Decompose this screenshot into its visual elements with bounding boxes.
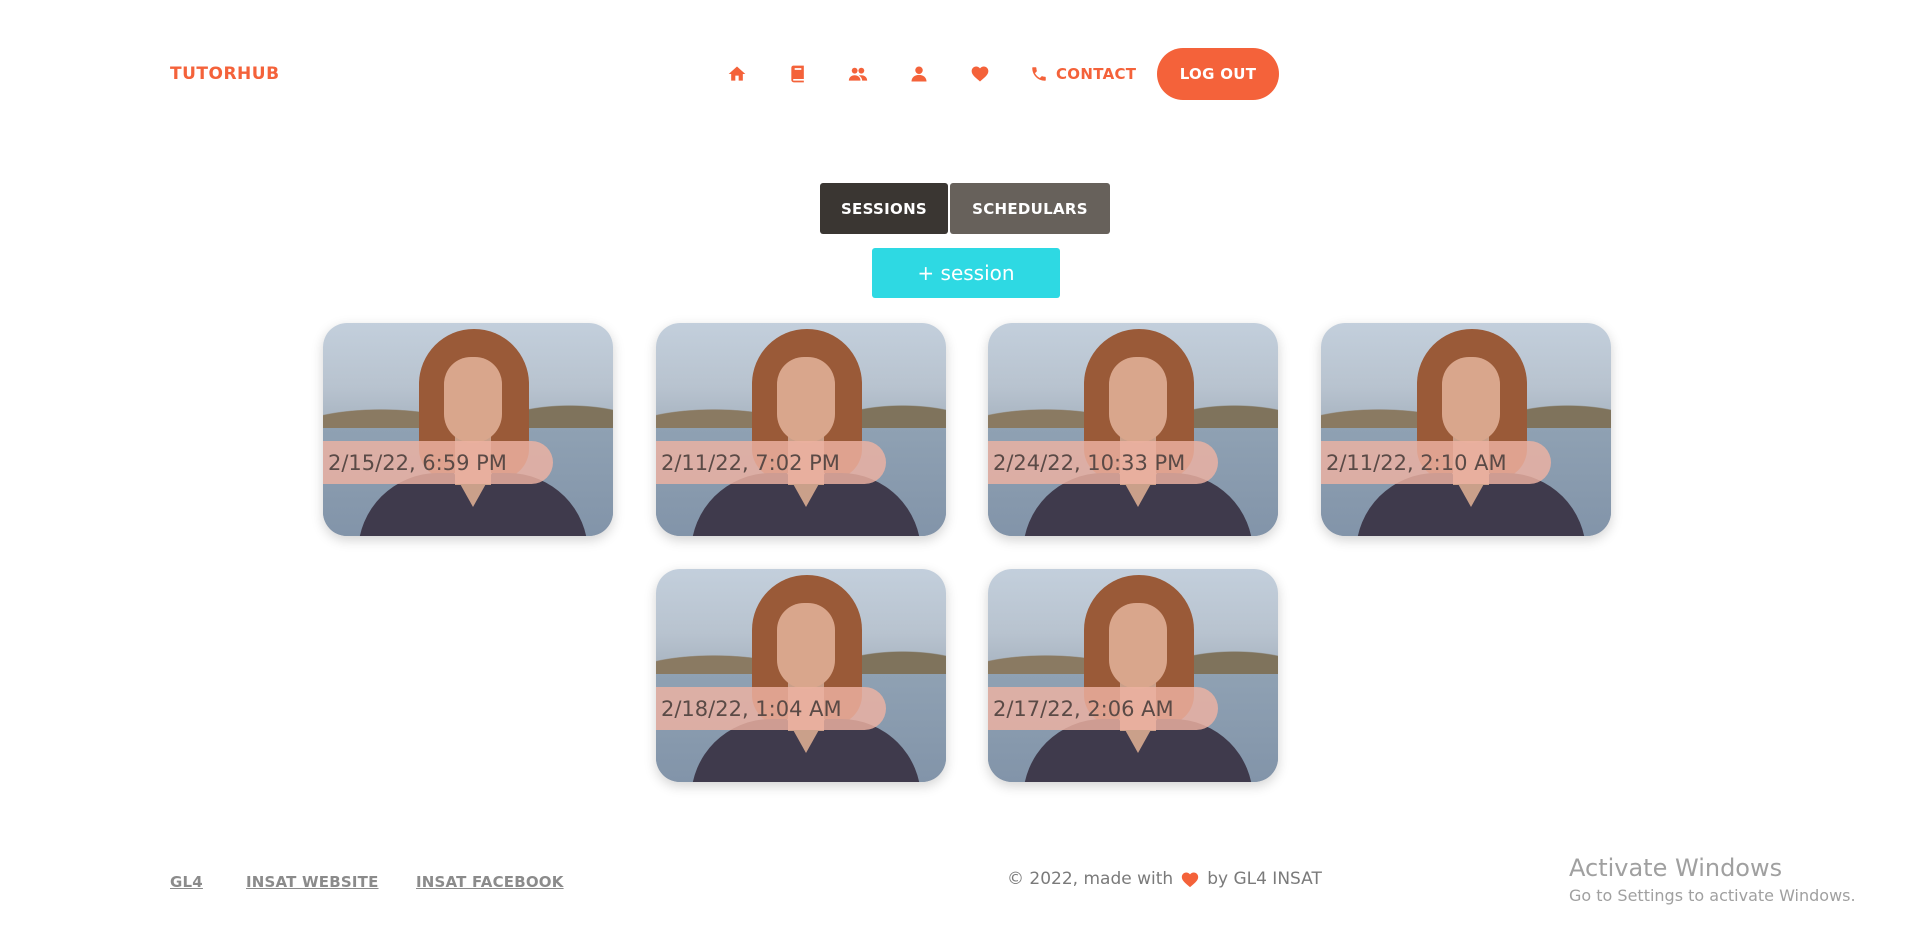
- windows-activation-watermark: Activate Windows Go to Settings to activ…: [1569, 854, 1856, 905]
- session-card[interactable]: 2/15/22, 6:59 PM: [323, 323, 613, 536]
- session-card[interactable]: 2/11/22, 7:02 PM: [656, 323, 946, 536]
- watermark-title: Activate Windows: [1569, 854, 1783, 882]
- copyright: © 2022, made with by GL4 INSAT: [1007, 869, 1322, 889]
- tab-schedulars[interactable]: SCHEDULARS: [950, 183, 1110, 234]
- session-date: 2/11/22, 7:02 PM: [656, 441, 886, 484]
- copyright-prefix: © 2022, made with: [1007, 869, 1174, 889]
- session-date: 2/18/22, 1:04 AM: [656, 687, 886, 730]
- session-card[interactable]: 2/18/22, 1:04 AM: [656, 569, 946, 782]
- logout-button[interactable]: LOG OUT: [1157, 48, 1279, 100]
- session-date: 2/11/22, 2:10 AM: [1321, 441, 1551, 484]
- heart-icon[interactable]: [965, 60, 995, 88]
- book-icon[interactable]: [783, 60, 813, 88]
- session-card[interactable]: 2/17/22, 2:06 AM: [988, 569, 1278, 782]
- contact-link[interactable]: CONTACT: [1030, 60, 1136, 88]
- session-card[interactable]: 2/24/22, 10:33 PM: [988, 323, 1278, 536]
- session-date: 2/17/22, 2:06 AM: [988, 687, 1218, 730]
- contact-label: CONTACT: [1056, 65, 1137, 83]
- home-icon[interactable]: [722, 60, 752, 88]
- phone-icon: [1032, 67, 1046, 81]
- copyright-suffix: by GL4 INSAT: [1207, 869, 1322, 889]
- footer-link-insat-website[interactable]: INSAT WEBSITE: [246, 873, 379, 891]
- watermark-subtitle: Go to Settings to activate Windows.: [1569, 886, 1856, 905]
- session-date: 2/24/22, 10:33 PM: [988, 441, 1218, 484]
- session-date: 2/15/22, 6:59 PM: [323, 441, 553, 484]
- footer-link-insat-facebook[interactable]: INSAT FACEBOOK: [416, 873, 564, 891]
- view-toggle: SESSIONS SCHEDULARS: [820, 183, 1110, 234]
- heart-icon: [1182, 872, 1199, 888]
- session-card[interactable]: 2/11/22, 2:10 AM: [1321, 323, 1611, 536]
- users-icon[interactable]: [843, 60, 873, 88]
- tab-sessions[interactable]: SESSIONS: [820, 183, 948, 234]
- top-nav: CONTACT LOG OUT: [0, 48, 1920, 100]
- user-icon[interactable]: [904, 60, 934, 88]
- add-session-button[interactable]: + session: [872, 248, 1060, 298]
- footer-link-gl4[interactable]: GL4: [170, 873, 203, 891]
